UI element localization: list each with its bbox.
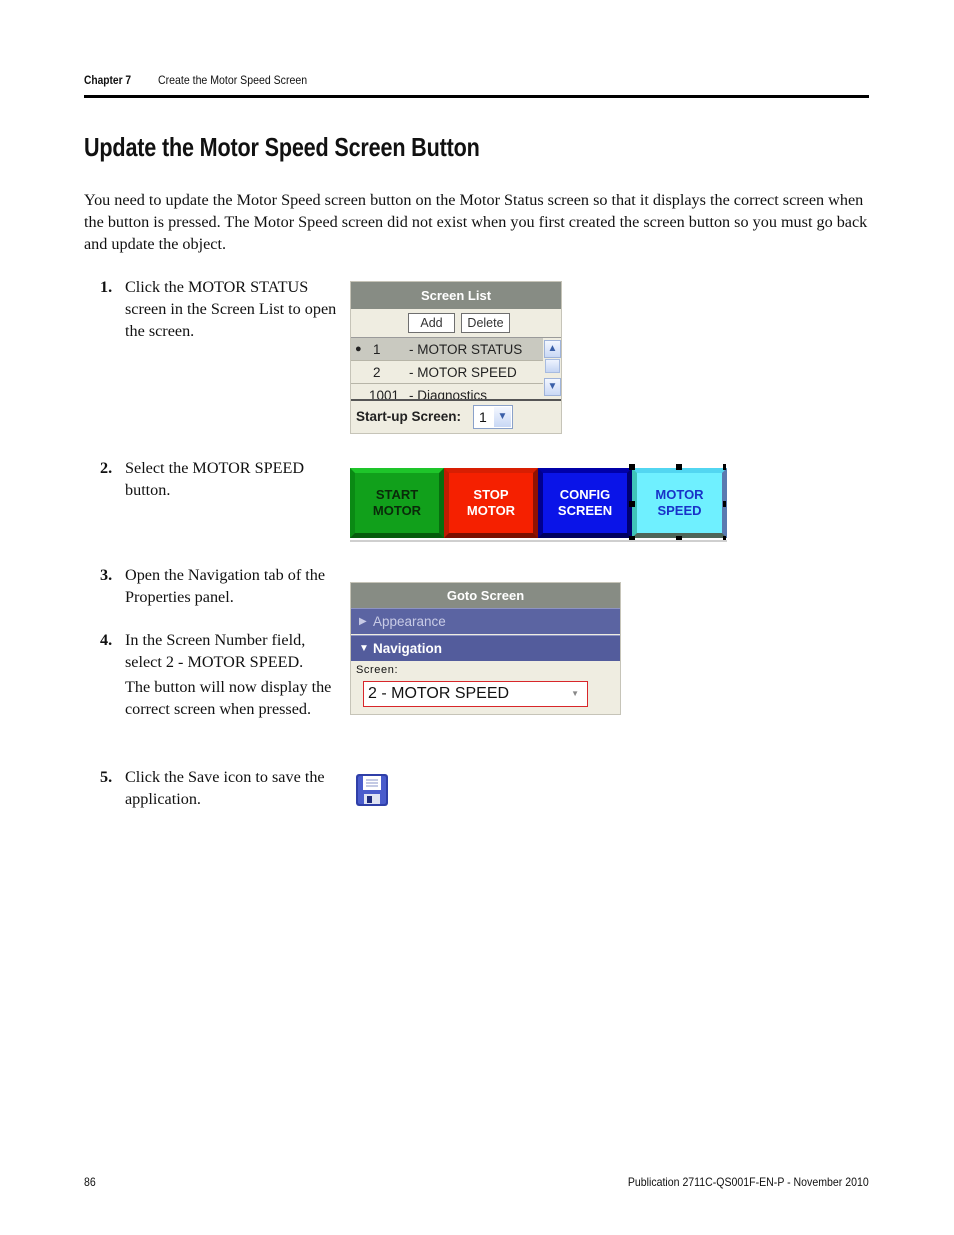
chevron-down-icon[interactable]: ▼ [544,378,561,396]
step-text: Click the MOTOR STATUS screen in the Scr… [125,278,337,340]
goto-screen-properties-panel: Goto Screen ▶ Appearance ▼ Navigation Sc… [350,582,621,715]
screen-list-title: Screen List [351,282,561,309]
selection-handle[interactable] [676,536,682,540]
selection-handle[interactable] [676,464,682,470]
screen-field-label: Screen: [356,664,399,676]
selection-handle[interactable] [629,501,635,507]
chapter-title: Create the Motor Speed Screen [158,73,308,87]
stop-motor-button[interactable]: STOP MOTOR [444,468,538,538]
button-label-line2: SCREEN [557,503,613,518]
goto-screen-title: Goto Screen [351,583,620,608]
screen-name: - MOTOR SPEED [409,365,517,380]
screen-list-scrollbar[interactable]: ▲ ▼ [544,338,561,400]
start-motor-button[interactable]: START MOTOR [350,468,444,538]
chevron-down-icon[interactable]: ▼ [494,407,511,427]
step-number: 2. [100,459,113,477]
add-button[interactable]: Add [408,313,455,333]
delete-button[interactable]: Delete [461,313,510,333]
screen-list: ● 1 - MOTOR STATUS 2 - MOTOR SPEED 1001 … [351,337,561,400]
startup-screen-value: 1 [479,409,487,425]
appearance-section[interactable]: ▶ Appearance [351,608,620,634]
chevron-down-icon[interactable]: ▼ [571,682,579,706]
page-number: 86 [84,1175,96,1189]
step-number: 3. [100,566,113,584]
selection-handle[interactable] [723,501,726,507]
startup-screen-row: Start-up Screen: 1 ▼ [351,399,561,433]
screen-number: 1 [373,342,381,357]
button-label-line2: MOTOR [372,503,422,518]
screen-name: - Diagnostics [409,388,488,400]
screen-list-item-motor-status[interactable]: ● 1 - MOTOR STATUS [351,338,543,361]
step-number: 1. [100,278,113,296]
step-text: Select the MOTOR SPEED button. [125,459,305,499]
screen-number: 1001 [369,388,400,400]
screen-number: 2 [373,365,381,380]
button-label-line1: START [375,487,419,502]
motor-speed-button[interactable]: MOTOR SPEED [632,468,727,538]
screen-list-item-motor-speed[interactable]: 2 - MOTOR SPEED [351,361,543,384]
screen-number-value: 2 - MOTOR SPEED [368,685,510,702]
section-label: Appearance [373,614,446,629]
button-label-line1: CONFIG [559,487,611,502]
chapter-label: Chapter 7 [84,73,132,87]
chevron-up-icon[interactable]: ▲ [544,340,561,358]
caret-right-icon: ▶ [359,616,367,627]
selection-handle[interactable] [723,536,726,540]
step-text: In the Screen Number field, select 2 - M… [125,631,306,671]
screen-number-select[interactable]: 2 - MOTOR SPEED ▼ [363,681,588,707]
navigation-section[interactable]: ▼ Navigation [351,635,620,661]
selection-handle[interactable] [629,536,635,540]
selection-handle[interactable] [629,464,635,470]
button-label-line2: SPEED [657,503,702,518]
header-rule [84,95,869,98]
config-screen-button[interactable]: CONFIG SCREEN [538,468,632,538]
hmi-button-strip: START MOTOR STOP MOTOR CONFIG SCREEN MOTOR S… [350,464,727,542]
button-label-line2: MOTOR [466,503,516,518]
floppy-disk-icon[interactable] [355,773,389,807]
step-4-note: The button will now display the correct … [125,678,332,718]
step-text: Click the Save icon to save the applicat… [125,768,325,808]
screen-name: - MOTOR STATUS [409,342,523,357]
section-label: Navigation [373,641,443,656]
step-text: Open the Navigation tab of the Propertie… [125,566,326,606]
intro-paragraph: You need to update the Motor Speed scree… [84,191,868,253]
button-label-line1: MOTOR [655,487,704,502]
step-number: 5. [100,768,113,786]
startup-screen-label: Start-up Screen: [356,409,462,424]
active-bullet-icon: ● [355,343,362,355]
screen-list-item-diagnostics[interactable]: 1001 - Diagnostics [351,384,543,400]
step-number: 4. [100,631,113,649]
startup-screen-select[interactable]: 1 ▼ [473,405,513,429]
publication-id: Publication 2711C-QS001F-EN-P - November… [628,1175,869,1189]
screen-list-panel: Screen List Add Delete ● 1 - MOTOR STATU… [350,281,562,434]
button-label-line1: STOP [473,487,509,502]
scrollbar-thumb[interactable] [545,359,560,373]
page-title: Update the Motor Speed Screen Button [84,132,480,162]
caret-down-icon: ▼ [359,643,369,654]
selection-handle[interactable] [723,464,726,470]
